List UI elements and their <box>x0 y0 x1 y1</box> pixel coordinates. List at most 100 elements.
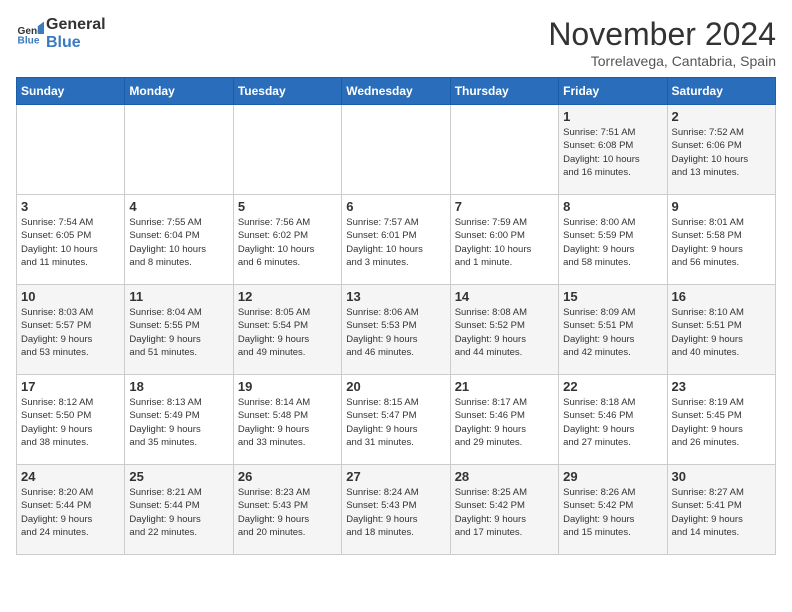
day-number: 15 <box>563 289 662 304</box>
day-info: Sunrise: 8:08 AM Sunset: 5:52 PM Dayligh… <box>455 306 554 359</box>
calendar-cell: 11Sunrise: 8:04 AM Sunset: 5:55 PM Dayli… <box>125 285 233 375</box>
calendar-cell: 18 Sunrise: 8:13 AM Sunset: 5:49 PM Dayli… <box>125 375 233 465</box>
weekday-header-tuesday: Tuesday <box>233 78 341 105</box>
day-number: 9 <box>672 199 771 214</box>
day-number: 8 <box>563 199 662 214</box>
title-block: November 2024 Torrelavega, Cantabria, Sp… <box>548 16 776 69</box>
day-number: 4 <box>129 199 228 214</box>
svg-text:Blue: Blue <box>18 35 40 46</box>
day-number: 7 <box>455 199 554 214</box>
calendar-cell: 9 Sunrise: 8:01 AM Sunset: 5:58 PM Daylig… <box>667 195 775 285</box>
day-number: 18 <box>129 379 228 394</box>
day-info: Sunrise: 8:26 AM Sunset: 5:42 PM Dayligh… <box>563 486 662 539</box>
calendar-cell: 16Sunrise: 8:10 AM Sunset: 5:51 PM Dayli… <box>667 285 775 375</box>
calendar-cell: 25 Sunrise: 8:21 AM Sunset: 5:44 PM Dayli… <box>125 465 233 555</box>
logo-icon: General Blue <box>16 20 44 48</box>
calendar-week-2: 3 Sunrise: 7:54 AM Sunset: 6:05 PM Daylig… <box>17 195 776 285</box>
location: Torrelavega, Cantabria, Spain <box>548 53 776 69</box>
day-number: 29 <box>563 469 662 484</box>
day-info: Sunrise: 7:55 AM Sunset: 6:04 PM Dayligh… <box>129 216 228 269</box>
day-info: Sunrise: 8:14 AM Sunset: 5:48 PM Dayligh… <box>238 396 337 449</box>
day-number: 14 <box>455 289 554 304</box>
day-info: Sunrise: 7:57 AM Sunset: 6:01 PM Dayligh… <box>346 216 445 269</box>
day-info: Sunrise: 8:19 AM Sunset: 5:45 PM Dayligh… <box>672 396 771 449</box>
calendar-cell: 24 Sunrise: 8:20 AM Sunset: 5:44 PM Dayli… <box>17 465 125 555</box>
day-info: Sunrise: 7:54 AM Sunset: 6:05 PM Dayligh… <box>21 216 120 269</box>
calendar-cell: 19 Sunrise: 8:14 AM Sunset: 5:48 PM Dayli… <box>233 375 341 465</box>
month-title: November 2024 <box>548 16 776 53</box>
weekday-header-thursday: Thursday <box>450 78 558 105</box>
day-info: Sunrise: 8:09 AM Sunset: 5:51 PM Dayligh… <box>563 306 662 359</box>
day-number: 27 <box>346 469 445 484</box>
day-number: 23 <box>672 379 771 394</box>
calendar-week-4: 17 Sunrise: 8:12 AM Sunset: 5:50 PM Dayli… <box>17 375 776 465</box>
day-number: 20 <box>346 379 445 394</box>
day-info: Sunrise: 8:03 AM Sunset: 5:57 PM Dayligh… <box>21 306 120 359</box>
day-info: Sunrise: 8:13 AM Sunset: 5:49 PM Dayligh… <box>129 396 228 449</box>
calendar-week-3: 10Sunrise: 8:03 AM Sunset: 5:57 PM Dayli… <box>17 285 776 375</box>
day-number: 1 <box>563 109 662 124</box>
day-info: Sunrise: 8:12 AM Sunset: 5:50 PM Dayligh… <box>21 396 120 449</box>
day-number: 11 <box>129 289 228 304</box>
calendar-cell: 20 Sunrise: 8:15 AM Sunset: 5:47 PM Dayli… <box>342 375 450 465</box>
weekday-header-saturday: Saturday <box>667 78 775 105</box>
calendar-cell: 5Sunrise: 7:56 AM Sunset: 6:02 PM Daylig… <box>233 195 341 285</box>
calendar-cell: 21Sunrise: 8:17 AM Sunset: 5:46 PM Dayli… <box>450 375 558 465</box>
calendar-cell: 10Sunrise: 8:03 AM Sunset: 5:57 PM Dayli… <box>17 285 125 375</box>
calendar-cell <box>450 105 558 195</box>
calendar-cell: 28 Sunrise: 8:25 AM Sunset: 5:42 PM Dayli… <box>450 465 558 555</box>
day-number: 26 <box>238 469 337 484</box>
day-info: Sunrise: 8:00 AM Sunset: 5:59 PM Dayligh… <box>563 216 662 269</box>
calendar-cell <box>233 105 341 195</box>
day-number: 13 <box>346 289 445 304</box>
calendar-week-1: 1 Sunrise: 7:51 AM Sunset: 6:08 PM Daylig… <box>17 105 776 195</box>
calendar-cell: 6 Sunrise: 7:57 AM Sunset: 6:01 PM Daylig… <box>342 195 450 285</box>
weekday-header-friday: Friday <box>559 78 667 105</box>
calendar-cell: 14 Sunrise: 8:08 AM Sunset: 5:52 PM Dayli… <box>450 285 558 375</box>
day-number: 16 <box>672 289 771 304</box>
calendar-cell: 27 Sunrise: 8:24 AM Sunset: 5:43 PM Dayli… <box>342 465 450 555</box>
calendar-cell: 12Sunrise: 8:05 AM Sunset: 5:54 PM Dayli… <box>233 285 341 375</box>
day-info: Sunrise: 8:06 AM Sunset: 5:53 PM Dayligh… <box>346 306 445 359</box>
calendar-cell: 4 Sunrise: 7:55 AM Sunset: 6:04 PM Daylig… <box>125 195 233 285</box>
calendar-cell: 1 Sunrise: 7:51 AM Sunset: 6:08 PM Daylig… <box>559 105 667 195</box>
page-header: General Blue General Blue November 2024 … <box>16 16 776 69</box>
day-info: Sunrise: 8:01 AM Sunset: 5:58 PM Dayligh… <box>672 216 771 269</box>
day-number: 3 <box>21 199 120 214</box>
day-info: Sunrise: 8:21 AM Sunset: 5:44 PM Dayligh… <box>129 486 228 539</box>
calendar-cell: 13 Sunrise: 8:06 AM Sunset: 5:53 PM Dayli… <box>342 285 450 375</box>
day-info: Sunrise: 8:18 AM Sunset: 5:46 PM Dayligh… <box>563 396 662 449</box>
day-number: 25 <box>129 469 228 484</box>
calendar-cell: 29 Sunrise: 8:26 AM Sunset: 5:42 PM Dayli… <box>559 465 667 555</box>
day-info: Sunrise: 7:51 AM Sunset: 6:08 PM Dayligh… <box>563 126 662 179</box>
calendar-cell <box>17 105 125 195</box>
calendar-week-5: 24 Sunrise: 8:20 AM Sunset: 5:44 PM Dayli… <box>17 465 776 555</box>
day-number: 22 <box>563 379 662 394</box>
logo-blue: Blue <box>46 34 106 52</box>
calendar-cell <box>342 105 450 195</box>
weekday-header-wednesday: Wednesday <box>342 78 450 105</box>
calendar-cell: 22 Sunrise: 8:18 AM Sunset: 5:46 PM Dayli… <box>559 375 667 465</box>
day-info: Sunrise: 8:25 AM Sunset: 5:42 PM Dayligh… <box>455 486 554 539</box>
calendar-cell: 2Sunrise: 7:52 AM Sunset: 6:06 PM Daylig… <box>667 105 775 195</box>
day-number: 30 <box>672 469 771 484</box>
day-number: 19 <box>238 379 337 394</box>
calendar-cell: 26Sunrise: 8:23 AM Sunset: 5:43 PM Dayli… <box>233 465 341 555</box>
day-info: Sunrise: 8:15 AM Sunset: 5:47 PM Dayligh… <box>346 396 445 449</box>
day-info: Sunrise: 8:24 AM Sunset: 5:43 PM Dayligh… <box>346 486 445 539</box>
day-info: Sunrise: 8:27 AM Sunset: 5:41 PM Dayligh… <box>672 486 771 539</box>
day-number: 28 <box>455 469 554 484</box>
day-number: 17 <box>21 379 120 394</box>
day-number: 2 <box>672 109 771 124</box>
day-number: 6 <box>346 199 445 214</box>
day-info: Sunrise: 8:05 AM Sunset: 5:54 PM Dayligh… <box>238 306 337 359</box>
calendar-cell: 3 Sunrise: 7:54 AM Sunset: 6:05 PM Daylig… <box>17 195 125 285</box>
day-info: Sunrise: 7:56 AM Sunset: 6:02 PM Dayligh… <box>238 216 337 269</box>
calendar-cell: 7Sunrise: 7:59 AM Sunset: 6:00 PM Daylig… <box>450 195 558 285</box>
day-info: Sunrise: 8:17 AM Sunset: 5:46 PM Dayligh… <box>455 396 554 449</box>
day-number: 24 <box>21 469 120 484</box>
logo-general: General <box>46 16 106 34</box>
day-info: Sunrise: 8:20 AM Sunset: 5:44 PM Dayligh… <box>21 486 120 539</box>
calendar-header: SundayMondayTuesdayWednesdayThursdayFrid… <box>17 78 776 105</box>
weekday-header-row: SundayMondayTuesdayWednesdayThursdayFrid… <box>17 78 776 105</box>
